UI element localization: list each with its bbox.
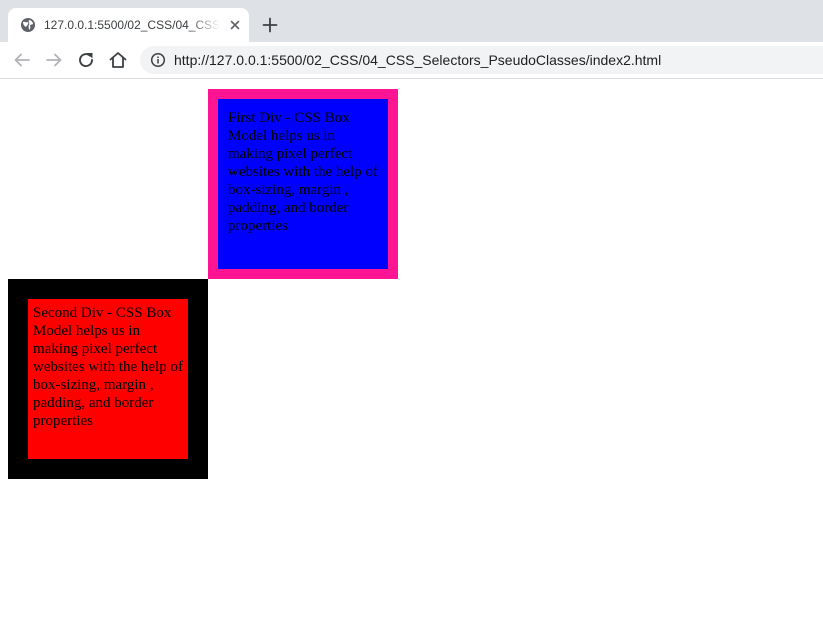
first-div: First Div - CSS Box Model helps us in ma… [208,89,398,279]
first-div-text: First Div - CSS Box Model helps us in ma… [228,110,378,234]
second-div: Second Div - CSS Box Model helps us in m… [8,279,208,479]
arrow-right-icon[interactable] [42,48,66,72]
page-viewport: First Div - CSS Box Model helps us in ma… [0,79,823,643]
second-div-text: Second Div - CSS Box Model helps us in m… [33,305,183,429]
browser-chrome: 127.0.0.1:5500/02_CSS/04_CSS_Selectors_P… [0,0,823,79]
home-icon[interactable] [106,48,130,72]
arrow-left-icon[interactable] [10,48,34,72]
url-text[interactable]: http://127.0.0.1:5500/02_CSS/04_CSS_Sele… [174,46,661,74]
tab-strip: 127.0.0.1:5500/02_CSS/04_CSS_Selectors_P… [0,0,823,42]
browser-toolbar: http://127.0.0.1:5500/02_CSS/04_CSS_Sele… [0,42,823,78]
info-icon[interactable] [150,52,166,68]
tab-title: 127.0.0.1:5500/02_CSS/04_CSS_Selectors_P… [44,18,220,32]
plus-icon[interactable] [258,13,282,37]
globe-icon [20,17,36,33]
reload-icon[interactable] [74,48,98,72]
address-bar[interactable]: http://127.0.0.1:5500/02_CSS/04_CSS_Sele… [140,46,823,74]
browser-tab[interactable]: 127.0.0.1:5500/02_CSS/04_CSS_Selectors_P… [8,8,249,42]
close-icon[interactable] [227,17,243,33]
